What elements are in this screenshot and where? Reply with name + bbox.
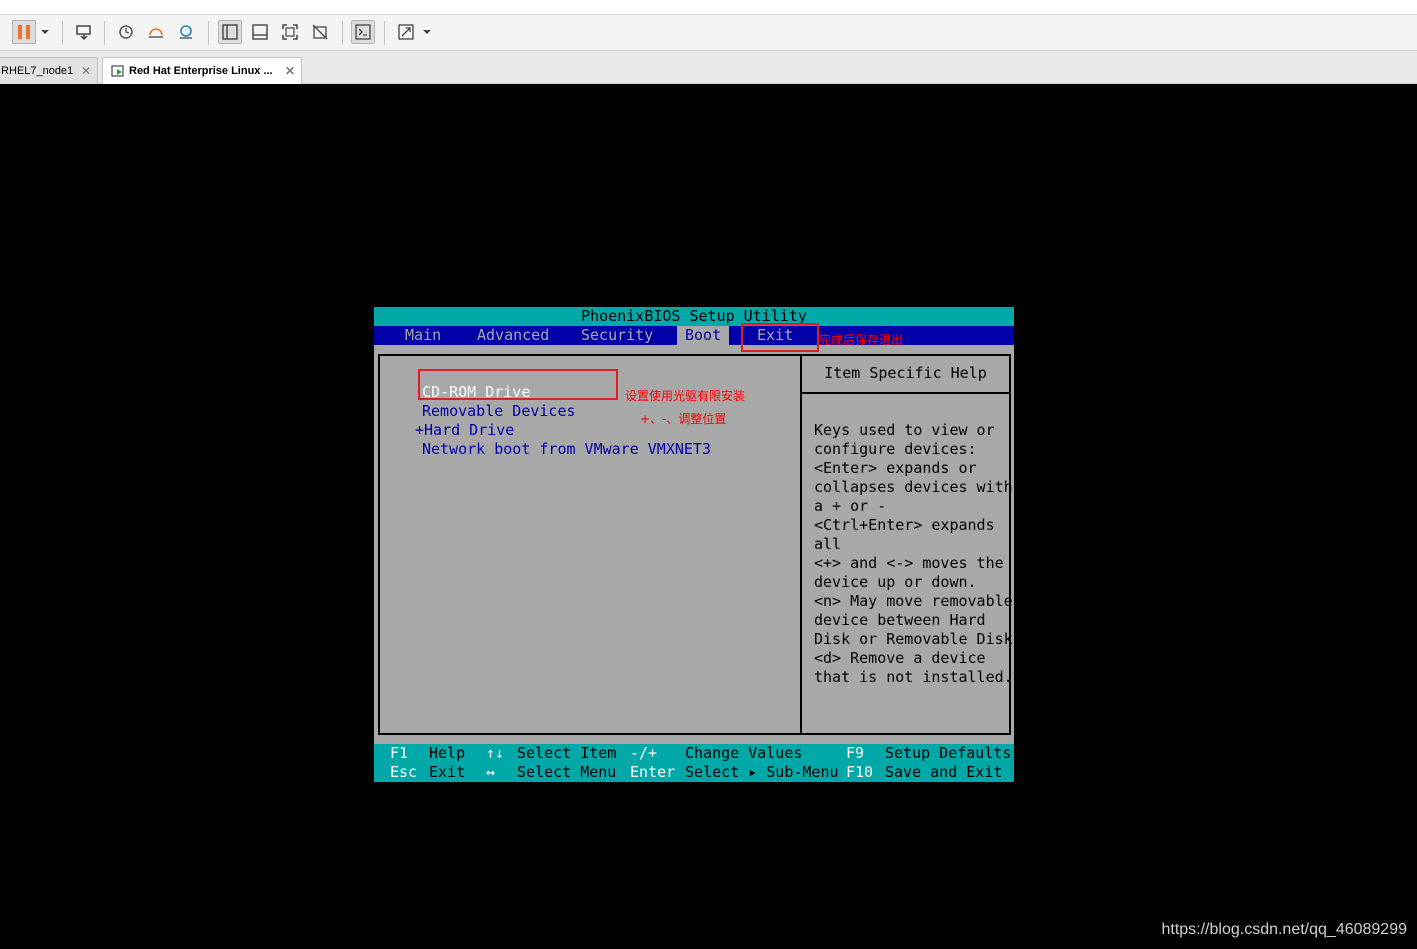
cdrom-highlight-box	[418, 369, 618, 400]
revert-snapshot-button[interactable]	[144, 20, 168, 44]
tab-red-hat-enterprise-linux[interactable]: Red Hat Enterprise Linux ... ✕	[102, 57, 302, 84]
show-library-button[interactable]	[218, 20, 242, 44]
sidebar-layout-icon	[222, 24, 238, 40]
key-f9-desc: Setup Defaults	[885, 744, 1012, 762]
full-screen-button[interactable]	[278, 20, 302, 44]
help-panel-title: Item Specific Help	[824, 364, 987, 382]
unity-button[interactable]	[308, 20, 332, 44]
help-line: <+> and <-> moves the	[814, 554, 1004, 572]
revert-snapshot-icon	[149, 28, 163, 38]
snapshot-button[interactable]	[114, 20, 138, 44]
move-annotation: +、-、调整位置	[640, 412, 727, 426]
bios-title: PhoenixBIOS Setup Utility	[374, 307, 1014, 326]
key-enter-desc: Select ▸ Sub-Menu	[685, 763, 839, 781]
chevron-down-icon	[423, 30, 431, 34]
tab-label: RHEL7_node1	[1, 65, 74, 77]
help-line: a + or -	[814, 497, 887, 515]
vm-tab-bar: RHEL7_node1 ✕ Red Hat Enterprise Linux .…	[0, 51, 1417, 84]
stretch-guest-button[interactable]	[394, 20, 418, 44]
help-panel-text: Keys used to view or configure devices: …	[814, 421, 1013, 687]
bios-menu-main[interactable]: Main	[397, 326, 449, 345]
vm-toolbar	[0, 15, 1417, 51]
key-esc-desc: Exit	[429, 763, 466, 781]
chevron-down-icon	[41, 30, 49, 34]
stretch-icon	[398, 24, 414, 40]
pause-icon	[18, 25, 30, 39]
toolbar-separator	[384, 21, 385, 45]
key-up-down: ↑↓	[486, 744, 505, 762]
console-view-button[interactable]	[351, 20, 375, 44]
pause-button[interactable]	[12, 20, 36, 44]
window-top-strip	[0, 0, 1417, 15]
bios-menu-bar: Main Advanced Security Boot Exit	[374, 326, 1014, 345]
stretch-dropdown-button[interactable]	[420, 20, 434, 44]
bios-menu-boot[interactable]: Boot	[677, 326, 730, 345]
key-left-right: ↔	[486, 763, 496, 781]
console-icon	[355, 24, 371, 40]
key-legend-row: F1 Help ↑↓ Select Item -/+ Change Values…	[374, 744, 1014, 763]
show-thumbnail-bar-button[interactable]	[248, 20, 272, 44]
toolbar-separator	[208, 21, 209, 45]
key-f10-desc: Save and Exit	[885, 763, 1003, 781]
bios-menu-security[interactable]: Security	[573, 326, 661, 345]
bios-menu-advanced[interactable]: Advanced	[469, 326, 557, 345]
vm-running-icon	[111, 65, 124, 77]
close-icon[interactable]: ✕	[285, 64, 295, 78]
help-line: <d> Remove a device	[814, 649, 986, 667]
power-dropdown-button[interactable]	[38, 20, 52, 44]
help-line: that is not installed.	[814, 668, 1013, 686]
toolbar-separator	[104, 21, 105, 45]
key-f1: F1	[390, 744, 409, 762]
bios-key-legend: F1 Help ↑↓ Select Item -/+ Change Values…	[374, 744, 1014, 782]
close-icon[interactable]: ✕	[81, 64, 91, 78]
key-up-down-desc: Select Item	[517, 744, 617, 762]
help-line: configure devices:	[814, 440, 977, 458]
keyboard-send-icon	[76, 25, 91, 41]
key-esc: Esc	[390, 763, 418, 781]
exit-highlight-box	[741, 323, 819, 352]
snapshot-manager-button[interactable]	[174, 20, 198, 44]
key-f9: F9	[846, 744, 865, 762]
toolbar-separator	[342, 21, 343, 45]
help-line: Keys used to view or	[814, 421, 995, 439]
unity-disabled-icon	[312, 24, 328, 40]
help-line: device up or down.	[814, 573, 977, 591]
boot-item-network[interactable]: Network boot from VMware VMXNET3	[422, 440, 711, 459]
thumbnail-layout-icon	[252, 24, 268, 40]
help-line: collapses devices with	[814, 478, 1013, 496]
help-line: Disk or Removable Disk	[814, 630, 1013, 648]
help-line: device between Hard	[814, 611, 986, 629]
watermark-text: https://blog.csdn.net/qq_46089299	[1161, 921, 1407, 938]
toolbar-separator	[62, 21, 63, 45]
help-line: <Ctrl+Enter> expands	[814, 516, 995, 534]
key-minus-plus: -/+	[630, 744, 658, 762]
tab-rhel7-node1[interactable]: RHEL7_node1 ✕	[0, 57, 98, 84]
key-enter: Enter	[630, 763, 676, 781]
key-legend-row: Esc Exit ↔ Select Menu Enter Select ▸ Su…	[374, 763, 1014, 782]
tab-label: Red Hat Enterprise Linux ...	[129, 65, 273, 77]
full-screen-icon	[282, 24, 298, 40]
key-f10: F10	[846, 763, 874, 781]
help-panel-separator	[802, 392, 1009, 394]
key-minus-plus-desc: Change Values	[685, 744, 803, 762]
help-line: <n> May move removable	[814, 592, 1013, 610]
help-line: <Enter> expands or	[814, 459, 977, 477]
key-f1-desc: Help	[429, 744, 466, 762]
cdrom-annotation: 设置使用光驱有限安装	[625, 389, 746, 403]
send-ctrl-alt-del-button[interactable]	[72, 20, 96, 44]
key-left-right-desc: Select Menu	[517, 763, 617, 781]
bios-panel-divider	[800, 354, 802, 735]
help-line: all	[814, 535, 842, 553]
exit-annotation: 完成后保存退出	[819, 333, 904, 347]
snapshot-clock-icon	[119, 25, 133, 39]
snapshot-manager-icon	[180, 25, 192, 39]
